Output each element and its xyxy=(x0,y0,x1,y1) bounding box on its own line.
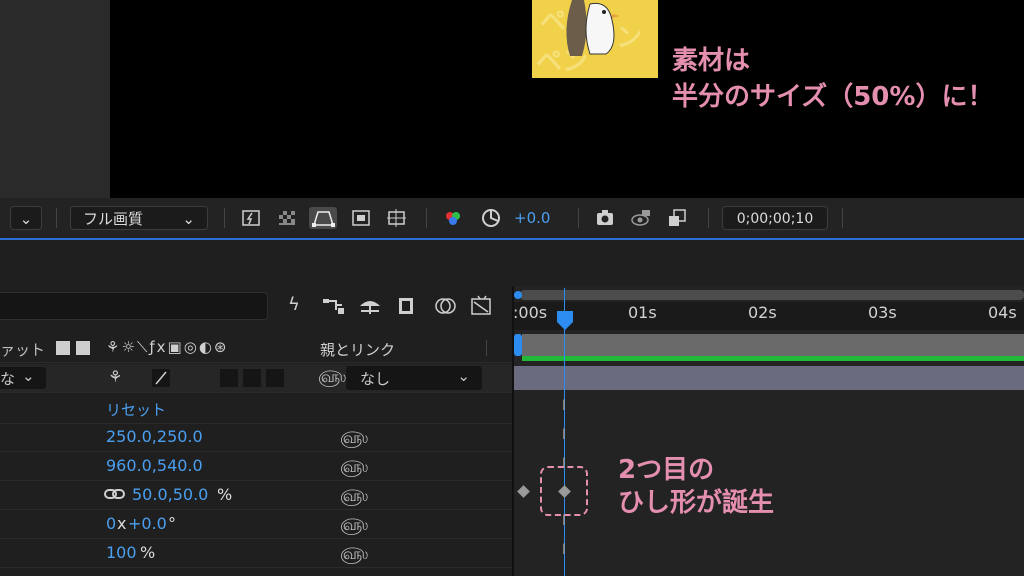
current-time-display[interactable]: 0;00;00;10 xyxy=(722,206,828,230)
transparency-grid-icon[interactable] xyxy=(276,207,298,229)
quality-switch[interactable] xyxy=(152,369,170,387)
comment-icon xyxy=(76,341,90,355)
ruler-tick-label: 04s xyxy=(988,303,1017,322)
viewer-toolbar: ⌄ フル画質 ⌄ +0.0 0;00;00;10 xyxy=(0,198,1024,240)
resolution-label: フル画質 xyxy=(83,210,144,228)
annotation-material-size-line1: 素材は xyxy=(672,46,751,76)
rotation-revolutions[interactable]: 0 xyxy=(106,514,116,533)
channel-rgb-icon[interactable] xyxy=(442,207,464,229)
work-area-start-handle[interactable] xyxy=(514,291,522,299)
position-row: 960.0,540.0 ௵ xyxy=(0,451,512,481)
graph-editor-icon[interactable] xyxy=(470,294,494,320)
parent-dropdown[interactable]: なし ⌄ xyxy=(346,366,482,390)
annotation-keyframe-line2: ひし形が誕生 xyxy=(618,488,775,518)
layer-column-header: ァット ⚘☼⟍ƒx▣◎◐⊛ 親とリンク xyxy=(0,336,512,363)
render-cache-bar xyxy=(522,356,1024,361)
chevron-down-icon: ⌄ xyxy=(457,367,470,385)
resolution-dropdown[interactable]: フル画質 ⌄ xyxy=(70,206,208,230)
keyframe-ibeam: I xyxy=(561,542,567,558)
pick-whip-icon[interactable]: ௵ xyxy=(340,428,368,449)
pick-whip-icon[interactable]: ௵ xyxy=(340,486,368,507)
mask-visibility-icon[interactable] xyxy=(350,207,372,229)
timecode-value: 0;00;00;10 xyxy=(736,211,814,227)
effect-switch[interactable] xyxy=(220,369,238,387)
pick-whip-icon[interactable]: ௵ xyxy=(340,544,368,565)
playhead-handle[interactable] xyxy=(556,310,574,336)
highlight-dashed-box xyxy=(540,466,588,516)
reset-exposure-icon[interactable] xyxy=(480,207,502,229)
layer-track-bar[interactable] xyxy=(514,366,1024,390)
ruler-tick-label: 01s xyxy=(628,303,657,322)
scale-value[interactable]: 50.0,50.0 xyxy=(132,485,208,504)
transform-reset-row: リセット xyxy=(0,394,512,424)
parent-value: なし xyxy=(360,370,391,388)
fast-previews-icon[interactable] xyxy=(240,207,262,229)
project-panel xyxy=(0,0,110,198)
constrain-proportions-link-icon[interactable] xyxy=(104,486,126,505)
frame-blending-icon[interactable] xyxy=(358,296,382,320)
svg-text:ペ: ペ xyxy=(540,7,566,37)
shy-layers-icon[interactable] xyxy=(322,296,346,320)
annotation-material-size-line2: 半分のサイズ（50%）に！ xyxy=(672,82,994,112)
scale-row: 50.0,50.0 % ௵ xyxy=(0,480,512,510)
rotation-x-separator: x xyxy=(117,514,127,533)
ruler-tick-label: 03s xyxy=(868,303,897,322)
opacity-row: 100 % ௵ xyxy=(0,538,512,568)
blend-mode-value: な xyxy=(0,370,16,388)
reset-link[interactable]: リセット xyxy=(106,399,166,420)
anchor-point-value[interactable]: 250.0,250.0 xyxy=(106,427,203,446)
svg-text:ン: ン xyxy=(616,23,642,53)
snapshot-camera-icon[interactable] xyxy=(594,207,616,229)
ruler-tick-label: 02s xyxy=(748,303,777,322)
layer-duration-bar[interactable] xyxy=(522,334,1024,356)
scale-unit: % xyxy=(217,485,233,504)
toggle-pixel-aspect-icon[interactable] xyxy=(666,207,688,229)
opacity-value[interactable]: 100 xyxy=(106,543,137,562)
adjustment-switch[interactable] xyxy=(243,369,261,387)
magnification-dropdown[interactable]: ⌄ xyxy=(10,206,42,230)
region-of-interest-icon[interactable] xyxy=(309,207,337,229)
pick-whip-icon[interactable]: ௵ xyxy=(318,367,346,388)
layer-in-point-handle[interactable] xyxy=(514,334,522,356)
parent-link-header: 親とリンク xyxy=(320,341,396,359)
switches-icons: ⚘☼⟍ƒx▣◎◐⊛ xyxy=(106,338,229,356)
annotation-keyframe-line1: 2つ目の xyxy=(618,455,715,485)
show-snapshot-icon[interactable] xyxy=(630,207,652,229)
draft-3d-icon[interactable]: ϟ xyxy=(288,294,300,315)
chevron-down-icon: ⌄ xyxy=(19,210,33,228)
position-value[interactable]: 960.0,540.0 xyxy=(106,456,203,475)
rotation-degree-unit: ° xyxy=(168,514,176,533)
opacity-unit: % xyxy=(140,543,156,562)
work-area-bar[interactable] xyxy=(520,290,1024,300)
exposure-value[interactable]: +0.0 xyxy=(514,209,550,227)
ruler-tick-label: :00s xyxy=(513,303,548,322)
footage-thumbnail: ペ ペン ン xyxy=(532,0,658,78)
motion-blur-icon[interactable] xyxy=(396,296,418,320)
pick-whip-icon[interactable]: ௵ xyxy=(340,515,368,536)
chevron-down-icon: ⌄ xyxy=(182,210,195,228)
keyframe-ibeam: I xyxy=(561,398,567,414)
anchor-point-row: 250.0,250.0 ௵ xyxy=(0,422,512,452)
grid-guides-icon[interactable] xyxy=(386,207,408,229)
layer-name-header: ァット xyxy=(0,341,46,359)
shy-switch-icon[interactable]: ⚘ xyxy=(108,367,122,386)
brainstorm-icon[interactable] xyxy=(434,296,458,320)
chevron-down-icon: ⌄ xyxy=(22,367,35,385)
penguin-illustration: ペ ペン ン xyxy=(536,0,642,77)
3d-layer-switch[interactable] xyxy=(266,369,284,387)
rotation-row: 0 x +0.0 ° ௵ xyxy=(0,509,512,539)
blend-mode-dropdown[interactable]: な ⌄ xyxy=(0,367,46,389)
column-divider xyxy=(486,340,487,356)
keyframe-ibeam: I xyxy=(561,427,567,443)
pick-whip-icon[interactable]: ௵ xyxy=(340,457,368,478)
layer-row[interactable]: な ⌄ ⚘ ௵ なし ⌄ xyxy=(0,364,512,393)
layer-search-input[interactable] xyxy=(0,292,268,320)
rotation-degrees[interactable]: +0.0 xyxy=(128,514,167,533)
label-color-icon xyxy=(56,341,70,355)
